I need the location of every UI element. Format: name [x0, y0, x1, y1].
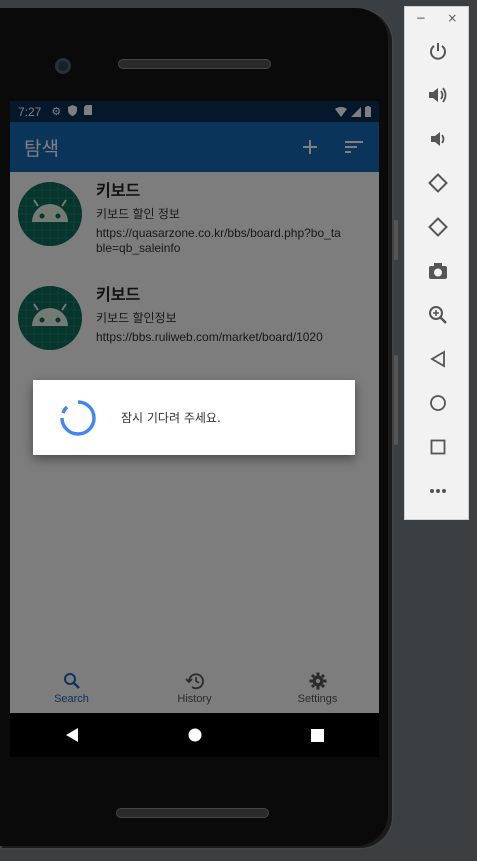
- home-button[interactable]: [405, 381, 470, 425]
- home-icon: [429, 395, 446, 411]
- volume-down-button[interactable]: [405, 117, 470, 161]
- more-button[interactable]: [405, 469, 470, 513]
- system-nav-bar: [10, 713, 379, 757]
- screenshot-button[interactable]: [405, 249, 470, 293]
- side-button: [394, 220, 398, 260]
- rotate-left-icon: [427, 173, 448, 193]
- rotate-right-icon: [427, 217, 448, 237]
- zoom-icon: [428, 306, 447, 324]
- back-icon: [429, 350, 445, 368]
- earpiece-speaker: [118, 59, 271, 69]
- more-icon: [429, 489, 446, 493]
- loading-spinner-icon: [60, 399, 96, 436]
- home-nav-icon[interactable]: [188, 728, 202, 742]
- overview-button[interactable]: [405, 425, 470, 469]
- power-button[interactable]: [405, 29, 470, 73]
- power-icon: [429, 43, 446, 60]
- side-button: [394, 355, 398, 445]
- camera-icon: [428, 263, 447, 279]
- volume-up-button[interactable]: [405, 73, 470, 117]
- overview-icon: [430, 439, 445, 455]
- device-screen: 7:27 ⚙ 탐색: [10, 101, 379, 713]
- window-controls: − ×: [405, 7, 468, 29]
- volume-up-icon: [428, 87, 446, 103]
- minimize-button[interactable]: −: [416, 11, 426, 29]
- volume-down-icon: [430, 132, 444, 146]
- zoom-button[interactable]: [405, 293, 470, 337]
- close-button[interactable]: ×: [447, 11, 457, 29]
- rotate-left-button[interactable]: [405, 161, 470, 205]
- front-camera: [55, 58, 71, 74]
- loading-message: 잠시 기다려 주세요.: [121, 411, 221, 425]
- loading-dialog: 잠시 기다려 주세요.: [33, 380, 355, 455]
- overview-nav-icon[interactable]: [311, 728, 325, 742]
- back-button[interactable]: [405, 337, 470, 381]
- back-nav-icon[interactable]: [65, 727, 79, 743]
- rotate-right-button[interactable]: [405, 205, 470, 249]
- emulator-toolbar: − ×: [404, 6, 469, 520]
- bottom-speaker: [116, 808, 269, 818]
